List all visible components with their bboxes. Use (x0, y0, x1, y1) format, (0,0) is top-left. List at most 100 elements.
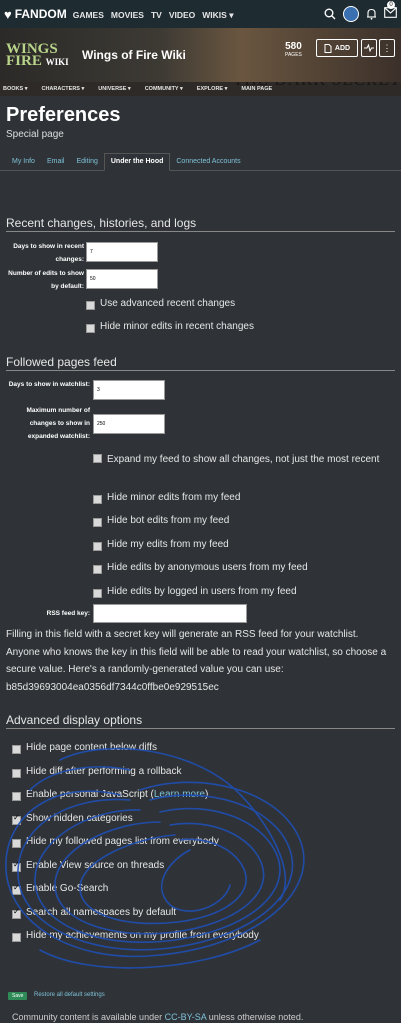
checkbox[interactable] (93, 518, 102, 527)
check-label: Enable Go-Search (26, 883, 109, 894)
banner-text: THE DARK SECRET (233, 82, 401, 90)
fandom-brand: FANDOM (14, 7, 67, 21)
tab-email[interactable]: Email (41, 154, 71, 170)
check-hide-anon-feed[interactable]: Hide edits by anonymous users from my fe… (93, 562, 308, 574)
save-button[interactable]: Save (8, 992, 28, 1000)
check-label: Hide page content below diffs (26, 742, 158, 753)
fandom-heart-icon: ♥ (4, 6, 12, 22)
checkbox[interactable] (86, 324, 95, 333)
check-hide-minor-feed[interactable]: Hide minor edits from my feed (93, 492, 240, 504)
checkbox[interactable] (12, 933, 21, 942)
check-hide-minor-rc[interactable]: Hide minor edits in recent changes (86, 321, 254, 333)
wiki-nav-explore[interactable]: EXPLORE ▾ (197, 86, 228, 92)
activity-icon (364, 44, 374, 52)
more-icon: ⋮ (382, 42, 392, 53)
check-label: Hide my achievements on my profile from … (26, 930, 259, 941)
checkbox[interactable] (93, 589, 102, 598)
tab-editing[interactable]: Editing (70, 154, 103, 170)
check-hide-content-diffs[interactable]: Hide page content below diffs (12, 742, 158, 754)
check-go-search[interactable]: Enable Go-Search (12, 883, 109, 895)
wiki-logo[interactable]: WINGS FIRE WIKI (6, 41, 72, 68)
tab-my-info[interactable]: My Info (6, 154, 41, 170)
wiki-nav: BOOKS ▾ CHARACTERS ▾ UNIVERSE ▾ COMMUNIT… (0, 82, 401, 96)
footer-text-before: Community content is available under (12, 1012, 165, 1022)
messages[interactable]: 0 (384, 1, 397, 21)
nav-video[interactable]: VIDEO (169, 10, 195, 20)
preference-tabs: My Info Email Editing Under the Hood Con… (0, 148, 401, 171)
wiki-nav-universe[interactable]: UNIVERSE ▾ (98, 86, 130, 92)
add-button[interactable]: ADD (316, 39, 358, 57)
activity-button[interactable] (361, 39, 377, 57)
days-watchlist-input[interactable]: 3 (93, 380, 165, 400)
tab-under-the-hood[interactable]: Under the Hood (103, 153, 171, 171)
check-label: Hide my followed pages list from everybo… (26, 836, 219, 847)
edits-default-input[interactable]: 50 (86, 269, 158, 289)
checkbox[interactable] (93, 454, 102, 463)
check-label: Hide bot edits from my feed (107, 515, 230, 526)
tab-connected-accounts[interactable]: Connected Accounts (170, 154, 246, 170)
check-show-hidden-categories[interactable]: Show hidden categories (12, 813, 133, 825)
section-advanced-display: Advanced display options (6, 713, 395, 729)
wiki-nav-community[interactable]: COMMUNITY ▾ (145, 86, 183, 92)
footer-text-after: unless otherwise noted. (206, 1012, 304, 1022)
days-recent-input[interactable]: 7 (86, 242, 158, 262)
top-nav: GAMES MOVIES TV VIDEO WIKIS ▾ (73, 5, 241, 23)
checkbox[interactable] (12, 907, 21, 919)
learn-more-link[interactable]: Learn more (154, 789, 205, 800)
restore-defaults-link[interactable]: Restore all default settings (34, 992, 105, 998)
check-personal-js[interactable]: Enable personal JavaScript (Learn more) (12, 789, 208, 801)
license-link[interactable]: CC-BY-SA (165, 1012, 207, 1022)
checkbox[interactable] (12, 792, 21, 801)
wiki-title[interactable]: Wings of Fire Wiki (82, 48, 186, 62)
nav-tv[interactable]: TV (151, 10, 162, 20)
checkbox[interactable] (12, 813, 21, 825)
check-label: Hide edits by logged in users from my fe… (107, 586, 297, 597)
rss-key-input[interactable] (93, 604, 247, 623)
checkbox[interactable] (12, 769, 21, 778)
checkbox[interactable] (93, 542, 102, 551)
checkbox[interactable] (12, 839, 21, 848)
max-changes-label: Maximum number of changes to show in exp… (26, 407, 90, 440)
checkbox[interactable] (93, 495, 102, 504)
nav-wikis[interactable]: WIKIS ▾ (202, 10, 233, 20)
check-hide-my-feed[interactable]: Hide my edits from my feed (93, 539, 229, 551)
personal-js-after: ) (205, 789, 209, 800)
bell-icon[interactable] (366, 8, 377, 20)
section-followed-feed: Followed pages feed (6, 355, 395, 371)
check-label: Enable personal JavaScript (Learn more) (26, 789, 208, 800)
page-add-icon (324, 43, 332, 53)
max-changes-input[interactable]: 250 (93, 414, 165, 434)
check-hide-bot-feed[interactable]: Hide bot edits from my feed (93, 515, 230, 527)
global-navigation: ♥ FANDOM GAMES MOVIES TV VIDEO WIKIS ▾ 0 (0, 0, 401, 28)
days-watchlist-label: Days to show in watchlist: (8, 381, 90, 388)
check-hide-loggedin-feed[interactable]: Hide edits by logged in users from my fe… (93, 586, 297, 598)
check-label: Search all namespaces by default (26, 907, 177, 918)
check-label: Hide edits by anonymous users from my fe… (107, 562, 308, 573)
wiki-nav-characters[interactable]: CHARACTERS ▾ (41, 86, 84, 92)
wiki-nav-books[interactable]: BOOKS ▾ (3, 86, 27, 92)
page-title: Preferences (6, 104, 121, 126)
check-hide-diff-rollback[interactable]: Hide diff after performing a rollback (12, 766, 181, 778)
search-icon[interactable] (324, 8, 336, 20)
checkbox[interactable] (12, 883, 21, 895)
nav-games[interactable]: GAMES (73, 10, 104, 20)
avatar[interactable] (343, 6, 359, 22)
personal-js-text: Enable personal JavaScript ( (26, 789, 154, 800)
page-subtitle: Special page (6, 129, 64, 140)
page-header: Preferences Special page (0, 96, 401, 148)
check-label: Expand my feed to show all changes, not … (107, 454, 380, 465)
checkbox[interactable] (12, 745, 21, 754)
logo-wiki: WIKI (45, 56, 69, 67)
checkbox[interactable] (12, 860, 21, 872)
check-advanced-rc[interactable]: Use advanced recent changes (86, 298, 235, 310)
check-hide-followed-list[interactable]: Hide my followed pages list from everybo… (12, 836, 219, 848)
nav-movies[interactable]: MOVIES (111, 10, 144, 20)
check-expand-feed[interactable]: Expand my feed to show all changes, not … (93, 451, 389, 469)
check-hide-achievements[interactable]: Hide my achievements on my profile from … (12, 930, 259, 942)
checkbox[interactable] (93, 565, 102, 574)
checkbox[interactable] (86, 301, 95, 310)
fandom-logo[interactable]: ♥ FANDOM (4, 7, 67, 22)
more-button[interactable]: ⋮ (379, 39, 395, 57)
check-search-all-namespaces[interactable]: Search all namespaces by default (12, 907, 177, 919)
check-view-source-threads[interactable]: Enable View source on threads (12, 860, 164, 872)
